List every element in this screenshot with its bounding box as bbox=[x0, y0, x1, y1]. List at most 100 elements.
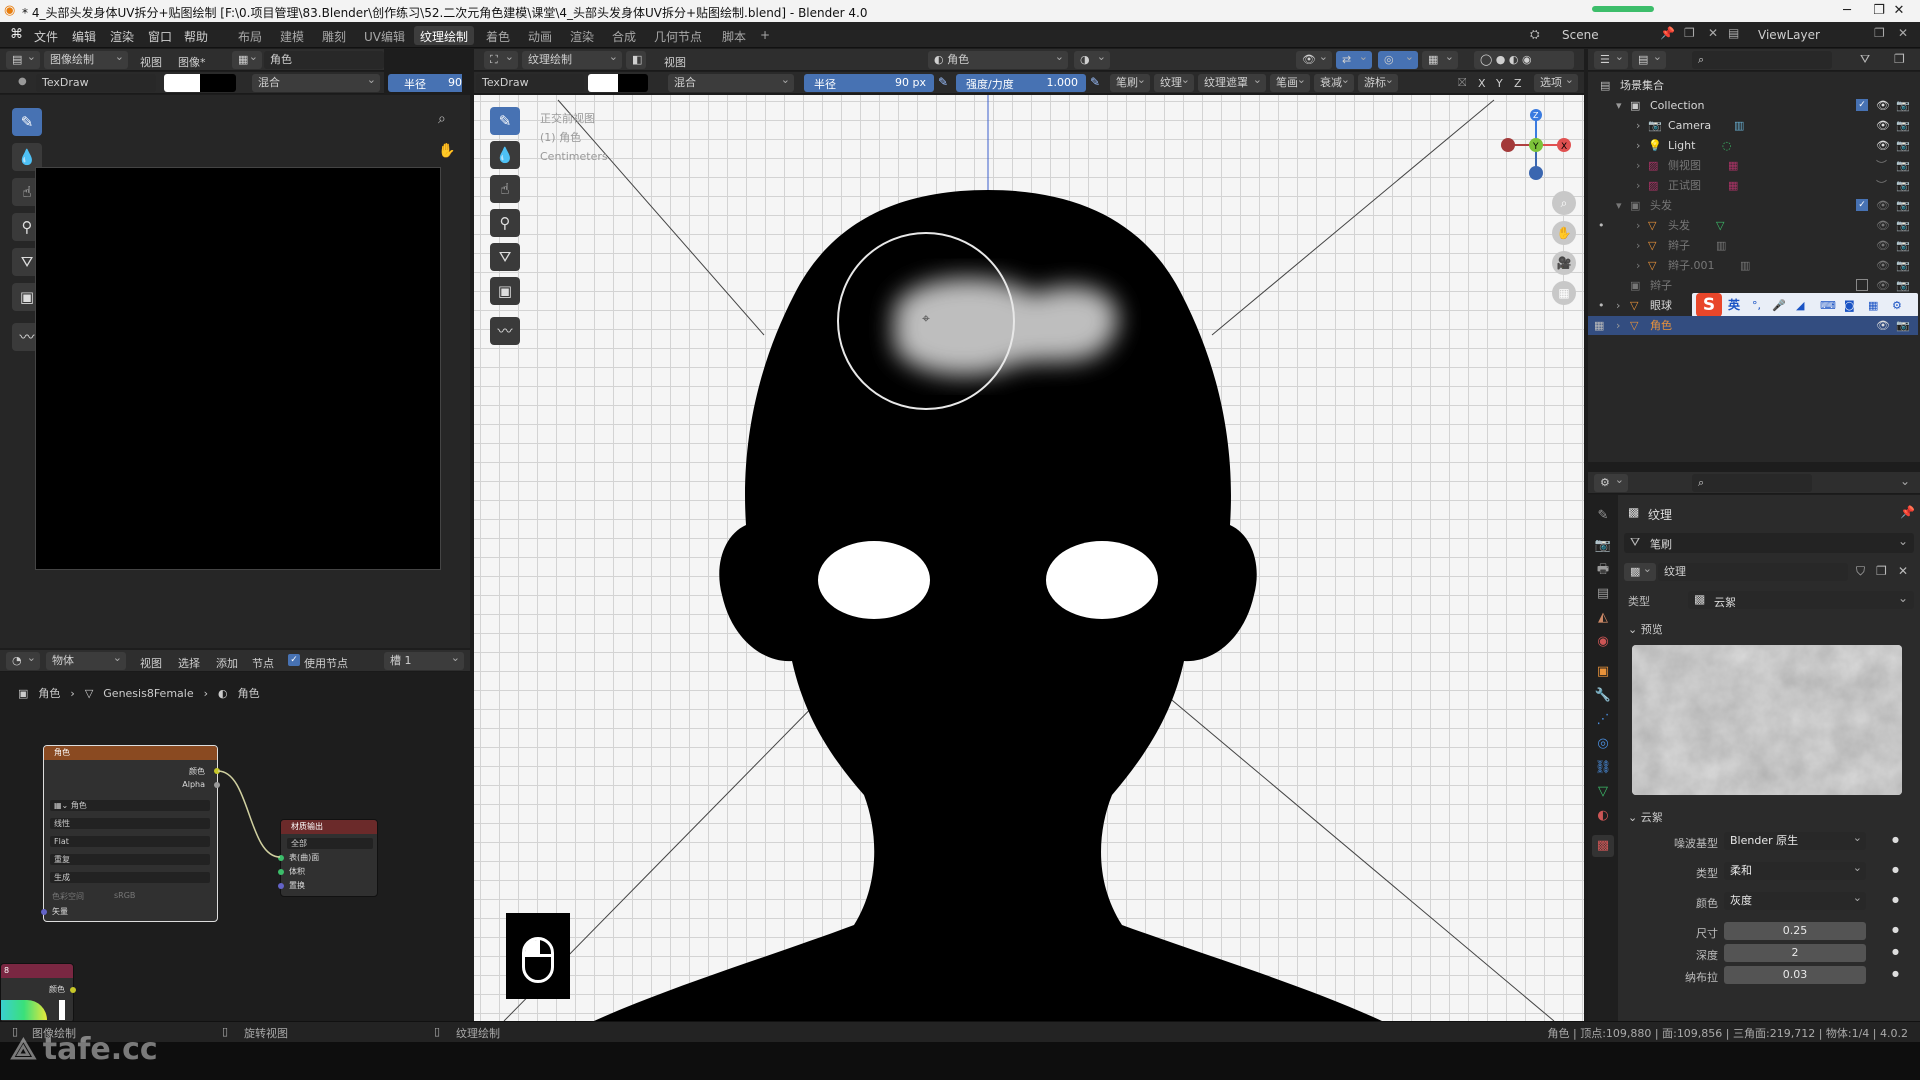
viewport-view-menu[interactable]: 视图 bbox=[664, 54, 686, 70]
node-add-menu[interactable]: 添加 bbox=[216, 655, 238, 671]
camera-render-icon[interactable]: 📷 bbox=[1896, 116, 1910, 135]
panel-falloff[interactable]: 衰减 bbox=[1314, 74, 1354, 92]
navigation-gizmo[interactable]: Y X Z bbox=[1498, 107, 1574, 183]
tab-scripting[interactable]: 脚本 bbox=[716, 26, 752, 45]
secondary-color-swatch[interactable] bbox=[200, 74, 236, 92]
texture-browse-icon[interactable]: ▩ bbox=[1624, 563, 1656, 581]
image-canvas[interactable] bbox=[35, 167, 441, 570]
use-nodes-checkbox[interactable]: ✓ bbox=[288, 654, 300, 666]
ortho-toggle-icon[interactable]: ▦ bbox=[1552, 281, 1576, 305]
camera-render-icon[interactable]: 📷 bbox=[1896, 176, 1910, 195]
new-scene-icon[interactable]: ❐ bbox=[1684, 26, 1695, 40]
eye-icon[interactable]: 👁 bbox=[1876, 216, 1890, 235]
tab-modeling[interactable]: 建模 bbox=[274, 26, 310, 45]
pin-icon[interactable]: 📌 bbox=[1900, 505, 1915, 519]
properties-search-field[interactable]: ⌕ bbox=[1692, 474, 1812, 492]
camera-render-icon[interactable]: 📷 bbox=[1896, 216, 1910, 235]
panel-cursor[interactable]: 游标 bbox=[1358, 74, 1398, 92]
tab-rendering[interactable]: 渲染 bbox=[564, 26, 600, 45]
ime-keyboard-icon[interactable]: ⌨ bbox=[1820, 296, 1836, 315]
image-name-field[interactable]: 角色 bbox=[264, 51, 384, 69]
node-editor-type-button[interactable]: ◔ bbox=[6, 652, 40, 670]
node-select-menu[interactable]: 选择 bbox=[178, 655, 200, 671]
camera-render-icon[interactable]: 📷 bbox=[1896, 156, 1910, 175]
checkbox-icon[interactable] bbox=[1856, 279, 1868, 291]
keyframe-dot-icon[interactable]: ● bbox=[1892, 865, 1899, 874]
options-dropdown[interactable]: 选项 bbox=[1534, 74, 1578, 92]
texture-tab-icon[interactable]: ▩ bbox=[1592, 835, 1614, 857]
unlink-icon[interactable]: ✕ bbox=[1898, 564, 1908, 578]
close-button[interactable]: ✕ bbox=[1876, 0, 1920, 22]
texture-type-dropdown[interactable]: ▩ 云絮 ⌄ bbox=[1688, 591, 1914, 609]
texture-slot-icon[interactable]: ◑ bbox=[1074, 51, 1110, 69]
viewport-editor-type-button[interactable]: ⛶ bbox=[484, 51, 518, 69]
preview-panel-toggle[interactable]: ⌄ 预览 bbox=[1628, 621, 1663, 637]
duplicate-icon[interactable]: ❐ bbox=[1876, 564, 1887, 578]
eye-hidden-icon[interactable]: ︶ bbox=[1876, 156, 1887, 175]
tab-compositing[interactable]: 合成 bbox=[606, 26, 642, 45]
image-view-menu[interactable]: 视图 bbox=[140, 54, 162, 70]
panel-brush[interactable]: 笔刷 bbox=[1110, 74, 1150, 92]
image-blend-dropdown[interactable]: 混合 bbox=[252, 74, 380, 92]
camera-render-icon[interactable]: 📷 bbox=[1896, 236, 1910, 255]
camera-render-icon[interactable]: 📷 bbox=[1896, 96, 1910, 115]
eye-icon[interactable]: 👁 bbox=[1876, 316, 1890, 335]
eye-icon[interactable]: 👁 bbox=[1876, 96, 1890, 115]
viewport-clone-tool-icon[interactable]: ⚲ bbox=[490, 209, 520, 237]
node-view-menu[interactable]: 视图 bbox=[140, 655, 162, 671]
ime-toolbar[interactable]: S 英 °, 🎤 ◢ ⌨ ◙ ▦ ⚙ bbox=[1692, 293, 1918, 317]
scene-tab-icon[interactable]: ◭ bbox=[1592, 607, 1614, 629]
mirror-x[interactable]: X bbox=[1478, 77, 1486, 90]
texture-user-selector[interactable]: ⛛ 笔刷 ⌄ bbox=[1624, 533, 1914, 553]
new-viewlayer-icon[interactable]: ❐ bbox=[1874, 26, 1885, 40]
scene-selector[interactable]: Scene bbox=[1562, 28, 1599, 42]
outliner-row[interactable]: › 💡 Light ◌ 👁 📷 bbox=[1588, 136, 1918, 155]
world-tab-icon[interactable]: ◉ bbox=[1592, 631, 1614, 653]
tab-shading[interactable]: 着色 bbox=[480, 26, 516, 45]
zoom-icon[interactable]: ⌕ bbox=[438, 111, 446, 127]
keyframe-dot-icon[interactable]: ● bbox=[1892, 835, 1899, 844]
outliner-row[interactable]: › ▨ 正试图 ▦ ︶ 📷 bbox=[1588, 176, 1918, 195]
eye-icon[interactable]: 👁 bbox=[1876, 236, 1890, 255]
camera-render-icon[interactable]: 📷 bbox=[1896, 316, 1910, 335]
viewlayer-icon[interactable]: ▤ bbox=[1728, 26, 1739, 40]
outliner-row[interactable]: ▾ ▣ Collection ✓ 👁 📷 bbox=[1588, 96, 1918, 115]
camera-render-icon[interactable]: 📷 bbox=[1896, 256, 1910, 275]
camera-render-icon[interactable]: 📷 bbox=[1896, 136, 1910, 155]
viewport-soften-tool-icon[interactable]: 💧 bbox=[490, 141, 520, 169]
checkbox-icon[interactable]: ✓ bbox=[1856, 99, 1868, 111]
camera-view-icon[interactable]: 🎥 bbox=[1552, 251, 1576, 275]
viewport-primary-color[interactable] bbox=[588, 74, 618, 92]
shader-type-dropdown[interactable]: 物体 bbox=[46, 652, 126, 670]
panel-texture-mask[interactable]: 纹理遮罩 bbox=[1198, 74, 1266, 92]
material-dropdown[interactable]: ◐ 角色 bbox=[928, 51, 1068, 69]
modifier-tab-icon[interactable]: 🔧 bbox=[1592, 685, 1614, 707]
shading-mode-icons[interactable]: ◯ ● ◐ ◉ bbox=[1474, 51, 1574, 69]
new-collection-icon[interactable]: ❐ bbox=[1894, 52, 1905, 66]
draw-tool-icon[interactable]: ✎ bbox=[12, 108, 42, 136]
tab-sculpt[interactable]: 雕刻 bbox=[316, 26, 352, 45]
outliner-row[interactable]: ▾ ▣ 头发 ✓ 👁 📷 bbox=[1588, 196, 1918, 215]
visibility-icon[interactable]: 👁 bbox=[1296, 51, 1332, 69]
output-tab-icon[interactable]: 🖶 bbox=[1592, 559, 1614, 581]
ime-mic-icon[interactable]: 🎤 bbox=[1772, 296, 1786, 315]
chevron-down-icon[interactable]: ⌄ bbox=[1900, 474, 1910, 488]
depth-field[interactable]: 2 bbox=[1724, 944, 1866, 962]
color-node-output-socket[interactable] bbox=[70, 987, 76, 993]
zoom-view-icon[interactable]: ⌕ bbox=[1552, 191, 1576, 215]
viewport-annotate-tool-icon[interactable]: 〰 bbox=[490, 317, 520, 345]
checkbox-icon[interactable]: ✓ bbox=[1856, 199, 1868, 211]
viewport-draw-tool-icon[interactable]: ✎ bbox=[490, 107, 520, 135]
overlay-toggle-icon[interactable]: ◎ bbox=[1378, 51, 1418, 69]
gizmo-toggle-icon[interactable]: ⇄ bbox=[1336, 51, 1372, 69]
clouds-panel-toggle[interactable]: ⌄ 云絮 bbox=[1628, 809, 1663, 825]
tab-layout[interactable]: 布局 bbox=[232, 26, 268, 45]
ime-skin-icon[interactable]: ◢ bbox=[1796, 296, 1804, 315]
view-layer-tab-icon[interactable]: ▤ bbox=[1592, 583, 1614, 605]
ime-language-label[interactable]: 英 bbox=[1728, 296, 1740, 315]
properties-editor-type-button[interactable]: ⚙ bbox=[1594, 474, 1628, 492]
outliner-row[interactable]: • › ▽ 眼球 S 英 °, 🎤 ◢ ⌨ ◙ ▦ ⚙ bbox=[1588, 293, 1918, 317]
blender-menu-icon[interactable]: ⌘ bbox=[10, 27, 23, 42]
mirror-y[interactable]: Y bbox=[1496, 77, 1503, 90]
delete-scene-icon[interactable]: ✕ bbox=[1708, 26, 1718, 40]
